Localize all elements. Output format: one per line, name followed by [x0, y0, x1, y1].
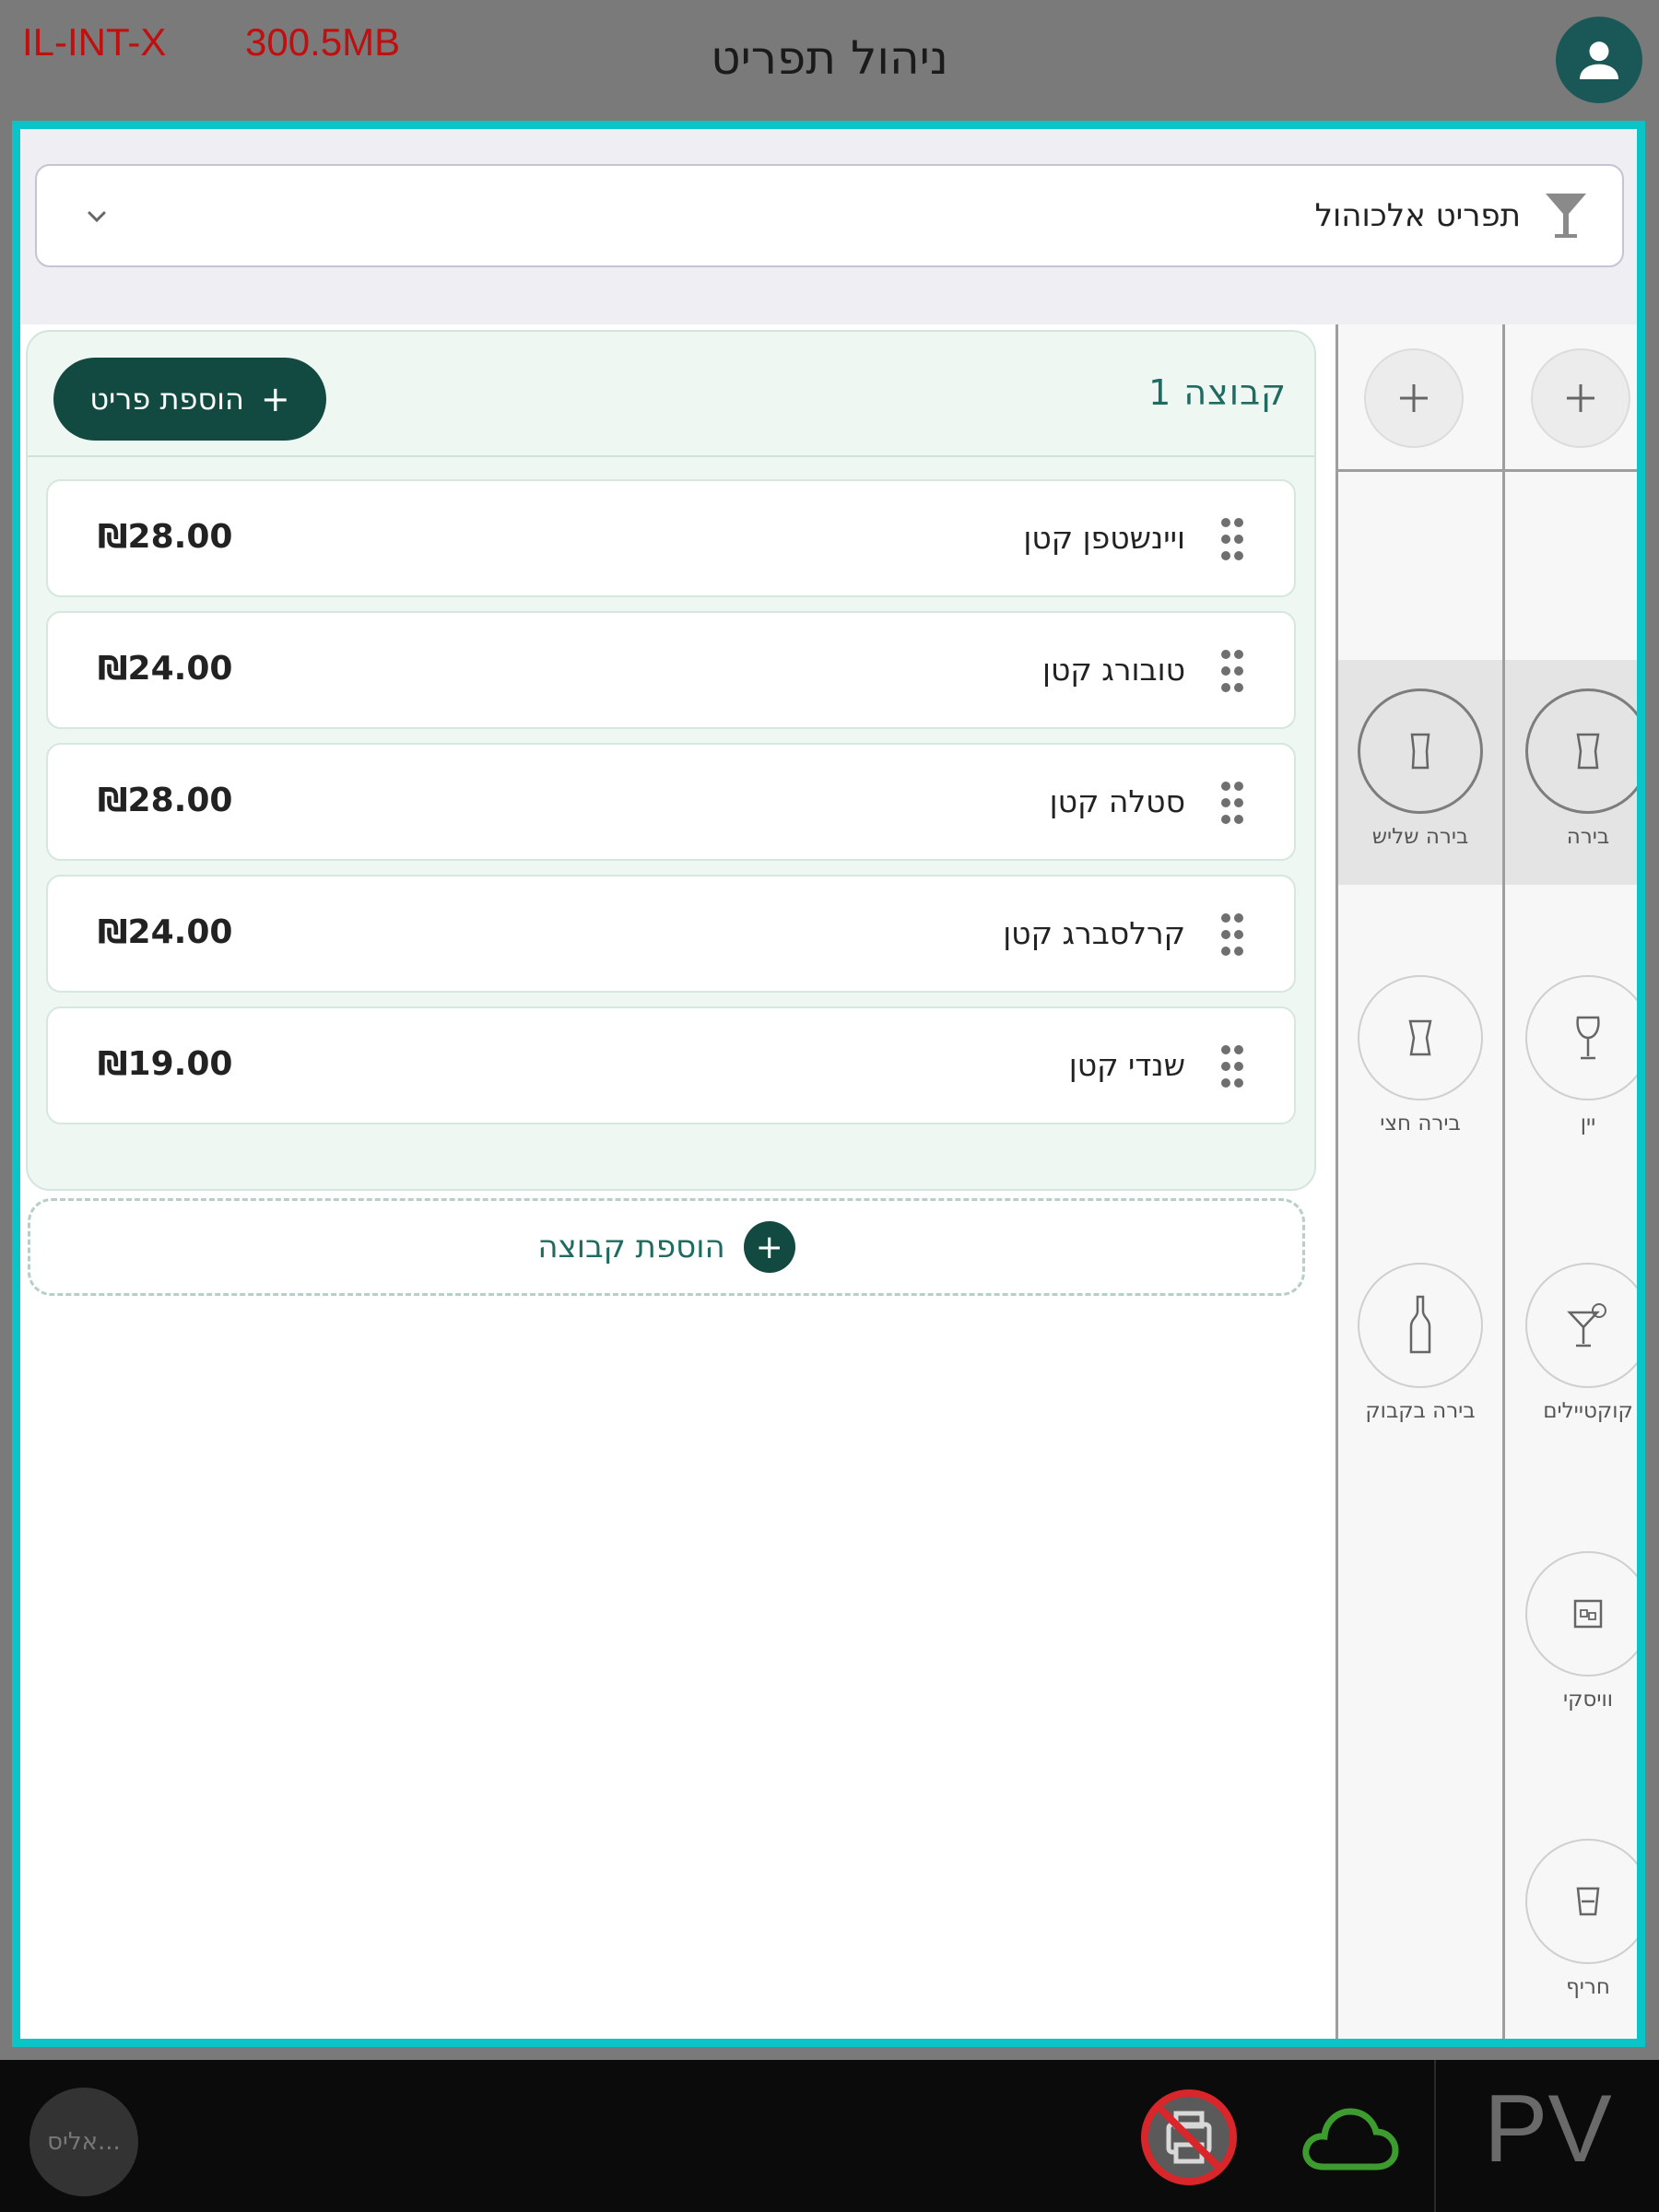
cloud-icon[interactable] [1298, 2099, 1401, 2176]
beer-glass-icon [1410, 733, 1430, 770]
subcategory-beer-bottle[interactable]: בירה בקבוק [1338, 1263, 1502, 1423]
menu-management-panel: תפריט אלכוהול בירה יין קוקטיילים וויסקי … [12, 121, 1645, 2047]
menu-select-dropdown[interactable]: תפריט אלכוהול [35, 164, 1624, 267]
item-price: ₪19.00 [98, 1045, 233, 1083]
cocktail-icon [1567, 1303, 1606, 1347]
category-label: יין [1580, 1112, 1596, 1135]
menu-item-row[interactable]: שנדי קטן ₪19.00 [46, 1006, 1296, 1124]
item-price: ₪28.00 [98, 518, 233, 556]
category-whiskey[interactable]: וויסקי [1505, 1551, 1637, 1712]
subcategory-label: בירה שליש [1371, 825, 1469, 849]
beer-glass-icon [1576, 733, 1600, 770]
item-price: ₪28.00 [98, 782, 233, 819]
item-name: טובורג קטן [1042, 652, 1185, 688]
category-label: וויסקי [1562, 1688, 1614, 1712]
menu-item-row[interactable]: ויינשטפן קטן ₪28.00 [46, 479, 1296, 597]
category-label: בירה [1566, 825, 1610, 849]
item-name: שנדי קטן [1068, 1047, 1185, 1083]
menu-item-row[interactable]: סטלה קטן ₪28.00 [46, 743, 1296, 861]
add-item-button[interactable]: + הוספת פריט [53, 358, 326, 441]
drag-handle-icon[interactable] [1218, 516, 1246, 562]
menu-select-value: תפריט אלכוהול [1314, 197, 1521, 234]
subcategory-column: בירה שליש בירה חצי בירה בקבוק [1335, 324, 1502, 2039]
menu-select-area: תפריט אלכוהול [20, 129, 1637, 324]
drag-handle-icon[interactable] [1218, 1043, 1246, 1089]
item-name: קרלסברג קטן [1003, 915, 1185, 951]
subcategory-beer-half[interactable]: בירה חצי [1338, 975, 1502, 1135]
plus-icon: + [743, 1221, 795, 1273]
category-label: חריף [1566, 1975, 1610, 1999]
drag-handle-icon[interactable] [1218, 648, 1246, 694]
beer-glass-icon [1408, 1019, 1432, 1056]
category-add-area [1505, 324, 1637, 472]
item-name: סטלה קטן [1049, 783, 1185, 819]
category-column-main: בירה יין קוקטיילים וויסקי חריף [1502, 324, 1637, 2039]
subcategory-beer-third[interactable]: בירה שליש [1338, 688, 1502, 849]
item-price: ₪24.00 [98, 650, 233, 688]
plus-icon [1567, 384, 1594, 412]
bottom-status-bar: אליס... PV [0, 2060, 1659, 2212]
shot-glass-icon [1576, 1887, 1600, 1916]
menu-item-row[interactable]: טובורג קטן ₪24.00 [46, 611, 1296, 729]
category-cocktails[interactable]: קוקטיילים [1505, 1263, 1637, 1423]
user-avatar-button[interactable] [1556, 17, 1642, 103]
plus-icon [1400, 384, 1428, 412]
category-beer[interactable]: בירה [1505, 688, 1637, 849]
current-user-chip[interactable]: אליס... [29, 2088, 138, 2196]
menu-item-row[interactable]: קרלסברג קטן ₪24.00 [46, 875, 1296, 993]
category-wine[interactable]: יין [1505, 975, 1637, 1135]
cocktail-glass-icon [1546, 194, 1586, 238]
item-name: ויינשטפן קטן [1023, 520, 1185, 556]
page-title: ניהול תפריט [711, 31, 948, 85]
add-category-button[interactable] [1531, 348, 1630, 448]
whiskey-glass-icon [1573, 1599, 1603, 1629]
subcategory-label: בירה בקבוק [1365, 1399, 1476, 1423]
divider [1434, 2060, 1436, 2212]
wine-glass-icon [1576, 1016, 1600, 1060]
plus-icon: + [260, 379, 290, 419]
beer-bottle-icon [1409, 1295, 1431, 1354]
add-subcategory-button[interactable] [1364, 348, 1464, 448]
printer-disabled-icon[interactable] [1139, 2088, 1239, 2187]
add-group-label: הוספת קבוצה [537, 1229, 725, 1265]
item-price: ₪24.00 [98, 913, 233, 951]
subcategory-add-area [1338, 324, 1502, 472]
group-header: קבוצה 1 + הוספת פריט [28, 332, 1314, 457]
item-group-panel: קבוצה 1 + הוספת פריט ויינשטפן קטן ₪28.00… [26, 330, 1316, 1191]
add-group-button[interactable]: + הוספת קבוצה [28, 1198, 1305, 1296]
add-item-label: הוספת פריט [89, 382, 244, 417]
brand-logo: PV [1484, 2076, 1612, 2183]
top-bar: IL-INT-X 300.5MB ניהול תפריט [0, 0, 1659, 120]
subcategory-label: בירה חצי [1380, 1112, 1461, 1135]
category-spirits[interactable]: חריף [1505, 1839, 1637, 1999]
drag-handle-icon[interactable] [1218, 780, 1246, 826]
chevron-down-icon [88, 211, 106, 223]
user-icon [1580, 41, 1618, 79]
category-label: קוקטיילים [1543, 1399, 1633, 1423]
drag-handle-icon[interactable] [1218, 912, 1246, 958]
group-title[interactable]: קבוצה 1 [1148, 372, 1287, 413]
